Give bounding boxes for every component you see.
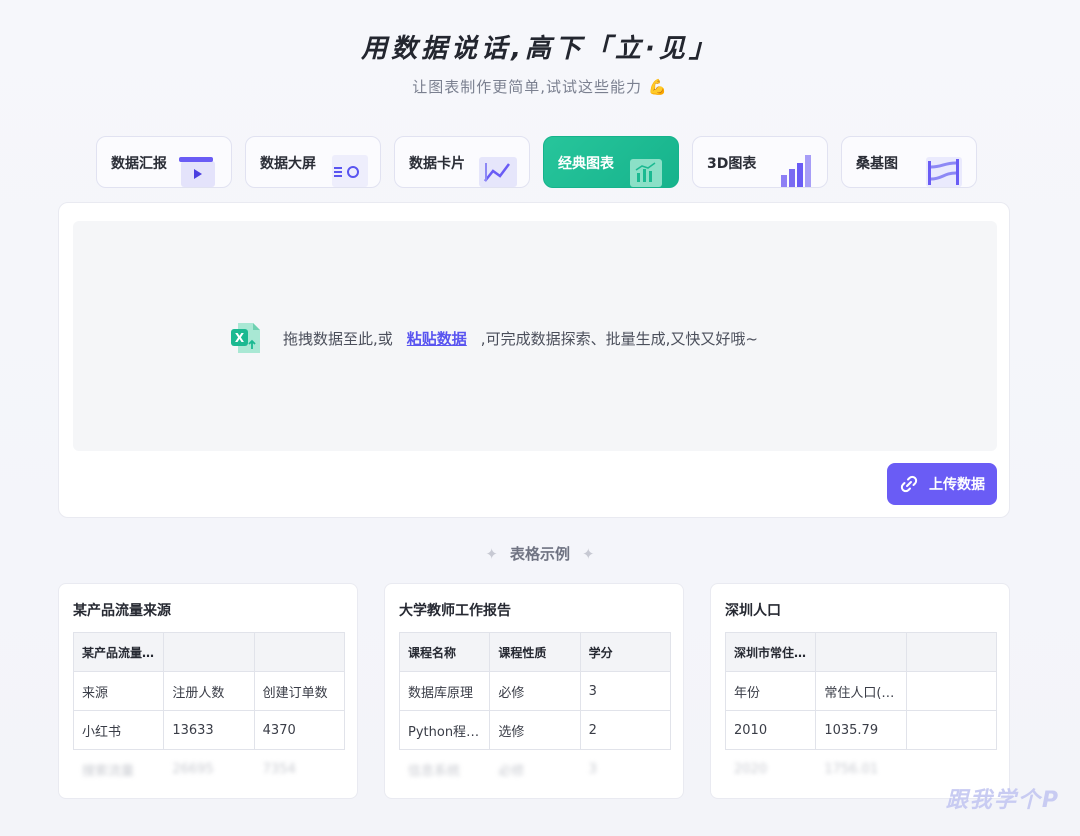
table-cell: 2010 [724, 710, 817, 750]
table-row: Python程序设计 选修 2 [398, 710, 672, 750]
hero-title: 用数据说话,高下「立·见」 [361, 34, 719, 64]
excel-file-icon: X [231, 323, 260, 353]
table-cell: 1756.01 [824, 761, 879, 777]
link-icon [900, 475, 918, 493]
table-cell: 1035.79 [815, 710, 907, 750]
table-row: 年份 常住人口(万人) [724, 671, 998, 711]
table-row: 2010 1035.79 [724, 710, 998, 750]
sparkle-icon: ✦ [485, 545, 498, 563]
3d-bar-icon [781, 155, 811, 187]
table-row: 深圳市常住人口 [724, 632, 998, 672]
table-cell: 26695 [172, 761, 214, 777]
card-title: 深圳人口 [725, 603, 781, 619]
table-cell: 必修 [498, 763, 525, 779]
upload-data-button[interactable]: 上传数据 [887, 463, 997, 505]
table-cell: 来源 [72, 671, 165, 711]
table-cell: 某产品流量来源 [72, 632, 165, 672]
table-cell: 信息系统 [408, 763, 461, 779]
table-cell: 搜索流量 [82, 763, 135, 779]
table-row: 数据库原理 必修 3 [398, 671, 672, 711]
table-row: 小红书 13633 4370 [72, 710, 346, 750]
table-cell: 4370 [253, 710, 346, 750]
table-cell: 3 [579, 671, 672, 711]
table-cell: 常住人口(万人) [815, 671, 907, 711]
table-cell [905, 710, 998, 750]
table-cell [253, 632, 346, 672]
drop-message: X 拖拽数据至此,或 粘贴数据 ,可完成数据探索、批量生成,又快又好哦~ [229, 321, 758, 355]
paste-data-link[interactable]: 粘贴数据 [407, 328, 467, 349]
sankey-icon [926, 157, 962, 187]
tab-data-card[interactable]: 数据卡片 [394, 136, 530, 188]
tab-label: 数据汇报 [111, 156, 167, 172]
dashboard-icon [332, 155, 368, 187]
example-table: 某产品流量来源 来源 注册人数 创建订单数 小红书 13633 4370 搜索流… [72, 632, 346, 789]
table-cell: 注册人数 [163, 671, 255, 711]
hero-subtitle-text: 让图表制作更简单,试试这些能力 [412, 78, 643, 96]
table-cell: 2 [579, 710, 672, 750]
card-title: 某产品流量来源 [73, 603, 171, 619]
table-row: 搜索流量 26695 7354 [74, 750, 345, 789]
table-cell: 必修 [489, 671, 581, 711]
table-cell: 小红书 [72, 710, 165, 750]
table-cell: 2020 [734, 761, 768, 777]
table-cell: 学分 [579, 632, 672, 672]
report-icon [179, 157, 215, 187]
hero-subtitle: 让图表制作更简单,试试这些能力 💪 [0, 76, 1080, 97]
muscle-emoji-icon: 💪 [648, 78, 668, 96]
tab-data-dashboard[interactable]: 数据大屏 [245, 136, 381, 188]
tab-label: 桑基图 [856, 156, 898, 172]
table-cell: Python程序设计 [398, 710, 491, 750]
tab-data-report[interactable]: 数据汇报 [96, 136, 232, 188]
table-row: 某产品流量来源 [72, 632, 346, 672]
classic-chart-icon [630, 159, 662, 187]
table-cell: 选修 [489, 710, 581, 750]
example-card-traffic[interactable]: 某产品流量来源 某产品流量来源 来源 注册人数 创建订单数 小红书 13633 … [58, 583, 358, 799]
table-cell [905, 632, 998, 672]
table-cell: 数据库原理 [398, 671, 491, 711]
table-cell: 年份 [724, 671, 817, 711]
tab-classic-chart[interactable]: 经典图表 [543, 136, 679, 188]
card-chart-icon [479, 157, 517, 187]
feature-tabs: 数据汇报 数据大屏 数据卡片 经典图表 3D图表 桑基图 [96, 136, 977, 188]
tab-label: 数据卡片 [409, 156, 465, 172]
table-cell: 课程性质 [489, 632, 581, 672]
table-cell [163, 632, 255, 672]
card-title: 大学教师工作报告 [399, 603, 511, 619]
tab-label: 3D图表 [707, 156, 757, 172]
tab-label: 经典图表 [558, 156, 614, 172]
tab-sankey[interactable]: 桑基图 [841, 136, 977, 188]
upload-card: X 拖拽数据至此,或 粘贴数据 ,可完成数据探索、批量生成,又快又好哦~ 上传数… [58, 202, 1010, 518]
examples-heading: ✦ 表格示例 ✦ [0, 543, 1080, 564]
tab-3d-chart[interactable]: 3D图表 [692, 136, 828, 188]
upload-button-label: 上传数据 [929, 477, 985, 493]
example-card-shenzhen-population[interactable]: 深圳人口 深圳市常住人口 年份 常住人口(万人) 2010 1035.79 20… [710, 583, 1010, 799]
table-cell: 13633 [163, 710, 255, 750]
table-cell: 3 [588, 761, 597, 777]
drop-zone[interactable]: X 拖拽数据至此,或 粘贴数据 ,可完成数据探索、批量生成,又快又好哦~ [73, 221, 997, 451]
tab-label: 数据大屏 [260, 156, 316, 172]
examples-title-text: 表格示例 [509, 545, 570, 563]
drop-prefix-text: 拖拽数据至此,或 [283, 329, 393, 348]
table-cell [905, 671, 998, 711]
svg-text:X: X [235, 331, 245, 345]
table-cell: 7354 [262, 761, 296, 777]
example-table: 课程名称 课程性质 学分 数据库原理 必修 3 Python程序设计 选修 2 … [398, 632, 672, 789]
table-cell: 创建订单数 [253, 671, 346, 711]
drop-suffix-text: ,可完成数据探索、批量生成,又快又好哦~ [480, 329, 758, 348]
sparkle-icon: ✦ [582, 545, 595, 563]
watermark: 跟我学个P [945, 788, 1060, 813]
table-row: 信息系统 必修 3 [400, 750, 671, 789]
example-table: 深圳市常住人口 年份 常住人口(万人) 2010 1035.79 2020 17… [724, 632, 998, 789]
table-cell: 课程名称 [398, 632, 491, 672]
table-cell: 深圳市常住人口 [724, 632, 817, 672]
table-row: 课程名称 课程性质 学分 [398, 632, 672, 672]
example-card-teacher-report[interactable]: 大学教师工作报告 课程名称 课程性质 学分 数据库原理 必修 3 Python程… [384, 583, 684, 799]
table-row: 来源 注册人数 创建订单数 [72, 671, 346, 711]
table-cell [815, 632, 907, 672]
